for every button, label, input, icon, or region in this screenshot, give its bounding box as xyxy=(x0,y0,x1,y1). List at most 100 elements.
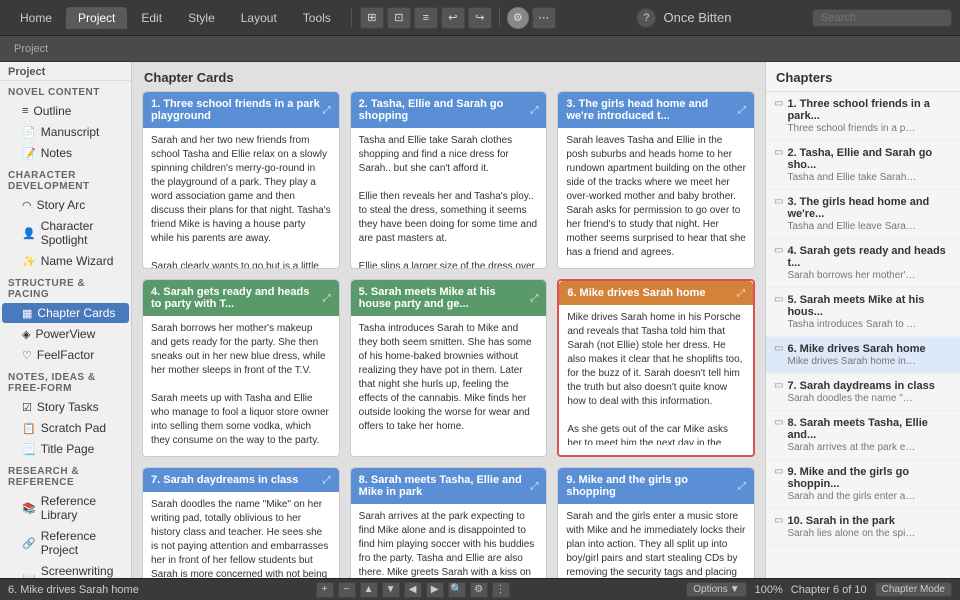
sidebar-item-reference-project[interactable]: 🔗Reference Project xyxy=(2,526,129,560)
card-expand-icon[interactable]: ⤢ xyxy=(323,293,331,304)
toolbar-tab-project[interactable]: Project xyxy=(66,7,127,29)
toolbar-extra-btn[interactable]: ⋯ xyxy=(532,7,556,29)
nav-minus-btn[interactable]: − xyxy=(338,582,356,598)
card-8[interactable]: 8. Sarah meets Tasha, Ellie and Mike in … xyxy=(350,467,548,578)
card-header: 5. Sarah meets Mike at his house party a… xyxy=(351,280,547,316)
card-6[interactable]: 6. Mike drives Sarah home ⤢ Mike drives … xyxy=(557,279,755,457)
card-title: 9. Mike and the girls go shopping xyxy=(566,474,738,498)
card-title: 6. Mike drives Sarah home xyxy=(567,287,737,299)
chapter-item-3[interactable]: ▭ 3. The girls head home and we're... Ta… xyxy=(766,190,960,239)
chapter-item-9[interactable]: ▭ 9. Mike and the girls go shoppin... Sa… xyxy=(766,460,960,509)
chapter-item-5[interactable]: ▭ 5. Sarah meets Mike at his hous... Tas… xyxy=(766,288,960,337)
chapter-info: 10. Sarah in the park Sarah lies alone o… xyxy=(787,515,952,539)
nav-down-btn[interactable]: ▼ xyxy=(382,582,400,598)
card-expand-icon[interactable]: ⤢ xyxy=(738,481,746,492)
menu-bar: Project xyxy=(0,36,960,62)
sidebar-item-label: Reference Library xyxy=(41,494,121,522)
card-5[interactable]: 5. Sarah meets Mike at his house party a… xyxy=(350,279,548,457)
sidebar-item-reference-library[interactable]: 📚Reference Library xyxy=(2,491,129,525)
nav-up-btn[interactable]: ▲ xyxy=(360,582,378,598)
card-expand-icon[interactable]: ⤢ xyxy=(737,288,745,299)
card-header: 4. Sarah gets ready and heads to party w… xyxy=(143,280,339,316)
chapter-title: 4. Sarah gets ready and heads t... xyxy=(787,245,952,269)
toolbar-btn-2[interactable]: ⊡ xyxy=(387,7,411,29)
chapter-title: 10. Sarah in the park xyxy=(787,515,952,527)
sidebar-item-feelfactor[interactable]: ♡FeelFactor xyxy=(2,345,129,365)
options-button[interactable]: Options ▼ xyxy=(686,582,746,597)
sidebar-item-manuscript[interactable]: 📄Manuscript xyxy=(2,122,129,142)
sidebar-icon: 📋 xyxy=(22,422,36,435)
card-4[interactable]: 4. Sarah gets ready and heads to party w… xyxy=(142,279,340,457)
chapter-title: 3. The girls head home and we're... xyxy=(787,196,952,220)
toolbar-settings-btn[interactable]: ⚙ xyxy=(507,7,529,29)
search-input[interactable] xyxy=(812,9,952,27)
card-header: 9. Mike and the girls go shopping ⤢ xyxy=(558,468,754,504)
sidebar-item-powerview[interactable]: ◈PowerView xyxy=(2,324,129,344)
chapter-item-4[interactable]: ▭ 4. Sarah gets ready and heads t... Sar… xyxy=(766,239,960,288)
card-title: 4. Sarah gets ready and heads to party w… xyxy=(151,286,323,310)
card-expand-icon[interactable]: ⤢ xyxy=(530,481,538,492)
card-3[interactable]: 3. The girls head home and we're introdu… xyxy=(557,91,755,269)
nav-left-btn[interactable]: ◀ xyxy=(404,582,422,598)
chapter-sub: Sarah and the girls enter a mus... xyxy=(787,491,917,502)
toolbar-tab-edit[interactable]: Edit xyxy=(129,7,174,29)
sidebar-content: NOVEL CONTENT≡Outline📄Manuscript📝NotesCH… xyxy=(0,81,131,578)
sidebar-item-screenwriting-glossary[interactable]: 📖Screenwriting Glossary xyxy=(2,561,129,578)
toolbar-btn-3[interactable]: ≡ xyxy=(414,7,438,29)
card-expand-icon[interactable]: ⤢ xyxy=(530,293,538,304)
toolbar-btn-1[interactable]: ⊞ xyxy=(360,7,384,29)
zoom-level: 100% xyxy=(755,584,783,596)
chapter-item-1[interactable]: ▭ 1. Three school friends in a park... T… xyxy=(766,92,960,141)
chapter-item-7[interactable]: ▭ 7. Sarah daydreams in class Sarah dood… xyxy=(766,374,960,411)
card-title: 3. The girls head home and we're introdu… xyxy=(566,98,738,122)
card-1[interactable]: 1. Three school friends in a park playgr… xyxy=(142,91,340,269)
chapter-item-2[interactable]: ▭ 2. Tasha, Ellie and Sarah go sho... Ta… xyxy=(766,141,960,190)
card-expand-icon[interactable]: ⤢ xyxy=(323,105,331,116)
toolbar-btn-4[interactable]: ↩ xyxy=(441,7,465,29)
status-bar: 6. Mike drives Sarah home + − ▲ ▼ ◀ ▶ 🔍 … xyxy=(0,578,960,600)
sidebar-item-character-spotlight[interactable]: 👤Character Spotlight xyxy=(2,216,129,250)
toolbar-tab-style[interactable]: Style xyxy=(176,7,227,29)
chapters-panel-header: Chapters xyxy=(766,62,960,92)
toolbar-tab-layout[interactable]: Layout xyxy=(229,7,289,29)
sidebar-icon: 📄 xyxy=(22,126,36,139)
nav-right-btn[interactable]: ▶ xyxy=(426,582,444,598)
chapter-sub: Tasha and Ellie leave Sarah in... xyxy=(787,221,917,232)
sidebar-item-notes[interactable]: 📝Notes xyxy=(2,143,129,163)
chapter-title: 8. Sarah meets Tasha, Ellie and... xyxy=(787,417,952,441)
chapter-icon: ▭ xyxy=(774,98,783,109)
sidebar-item-story-tasks[interactable]: ☑Story Tasks xyxy=(2,397,129,417)
card-body: Sarah borrows her mother's makeup and ge… xyxy=(143,316,339,456)
card-7[interactable]: 7. Sarah daydreams in class ⤢ Sarah dood… xyxy=(142,467,340,578)
card-body: Sarah and the girls enter a music store … xyxy=(558,504,754,578)
help-button[interactable]: ? xyxy=(636,8,656,28)
card-expand-icon[interactable]: ⤢ xyxy=(323,475,331,486)
chapter-icon: ▭ xyxy=(774,147,783,158)
sidebar-item-name-wizard[interactable]: ✨Name Wizard xyxy=(2,251,129,271)
search-nav-btn[interactable]: 🔍 xyxy=(448,582,466,598)
toolbar-tab-tools[interactable]: Tools xyxy=(291,7,343,29)
chapter-item-10[interactable]: ▭ 10. Sarah in the park Sarah lies alone… xyxy=(766,509,960,546)
extra-nav-btn[interactable]: ⋮ xyxy=(492,582,510,598)
sidebar-item-chapter-cards[interactable]: ▦Chapter Cards xyxy=(2,303,129,323)
sidebar-item-scratch-pad[interactable]: 📋Scratch Pad xyxy=(2,418,129,438)
settings-nav-btn[interactable]: ⚙ xyxy=(470,582,488,598)
sidebar-item-title-page[interactable]: 📃Title Page xyxy=(2,439,129,459)
mode-label: Chapter Mode xyxy=(882,584,945,595)
mode-button[interactable]: Chapter Mode xyxy=(875,582,952,597)
chapter-item-6[interactable]: ▭ 6. Mike drives Sarah home Mike drives … xyxy=(766,337,960,374)
nav-add-btn[interactable]: + xyxy=(316,582,334,598)
card-expand-icon[interactable]: ⤢ xyxy=(530,105,538,116)
sidebar-section-research-&-reference: RESEARCH & REFERENCE xyxy=(0,460,131,490)
chapter-sub: Three school friends in a par... xyxy=(787,123,917,134)
toolbar-tab-home[interactable]: Home xyxy=(8,7,64,29)
sidebar-item-story-arc[interactable]: ◠Story Arc xyxy=(2,195,129,215)
card-2[interactable]: 2. Tasha, Ellie and Sarah go shopping ⤢ … xyxy=(350,91,548,269)
chapter-item-8[interactable]: ▭ 8. Sarah meets Tasha, Ellie and... Sar… xyxy=(766,411,960,460)
toolbar-btn-5[interactable]: ↪ xyxy=(468,7,492,29)
card-9[interactable]: 9. Mike and the girls go shopping ⤢ Sara… xyxy=(557,467,755,578)
card-header: 2. Tasha, Ellie and Sarah go shopping ⤢ xyxy=(351,92,547,128)
sidebar-item-outline[interactable]: ≡Outline xyxy=(2,101,129,121)
sidebar-item-label: Story Tasks xyxy=(37,400,99,414)
card-expand-icon[interactable]: ⤢ xyxy=(738,105,746,116)
